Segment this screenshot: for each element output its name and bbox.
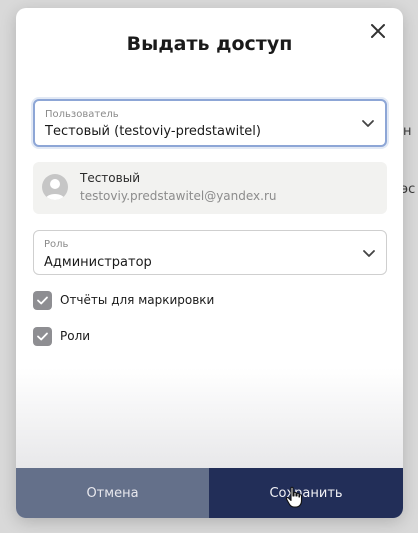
- user-card-name: Тестовый: [80, 171, 140, 185]
- checkbox-checked[interactable]: [33, 327, 52, 346]
- user-select[interactable]: Пользователь Тестовый (testoviy-predstaw…: [33, 99, 387, 147]
- checkmark-icon: [37, 332, 48, 341]
- role-select[interactable]: Роль Администратор: [33, 230, 387, 275]
- permission-label: Отчёты для маркировки: [60, 293, 215, 307]
- close-button[interactable]: [369, 22, 387, 40]
- user-select-value: Тестовый (testoviy-predstawitel): [45, 124, 261, 139]
- user-avatar-icon: [42, 174, 68, 200]
- user-select-label: Пользователь: [45, 109, 119, 120]
- checkbox-checked[interactable]: [33, 291, 52, 310]
- role-select-value: Администратор: [44, 255, 152, 270]
- chevron-down-icon: [362, 120, 374, 127]
- cancel-button[interactable]: Отмена: [16, 468, 209, 518]
- hand-cursor-icon: [285, 486, 303, 508]
- scroll-fade: [16, 368, 403, 468]
- close-icon: [371, 24, 385, 38]
- backdrop-text: эс: [401, 182, 416, 197]
- permission-label: Роли: [60, 329, 91, 343]
- dialog-title: Выдать доступ: [126, 33, 293, 55]
- chevron-down-icon: [363, 249, 375, 257]
- dialog-footer: Отмена Сохранить: [16, 468, 403, 518]
- backdrop-text: н: [403, 124, 412, 139]
- user-card-email: testoviy.predstawitel@yandex.ru: [80, 189, 277, 203]
- checkmark-icon: [37, 296, 48, 305]
- role-select-label: Роль: [44, 239, 69, 250]
- selected-user-card: Тестовый testoviy.predstawitel@yandex.ru: [33, 162, 387, 214]
- save-button[interactable]: Сохранить: [209, 468, 403, 518]
- grant-access-dialog: Выдать доступ Пользователь Тестовый (tes…: [16, 8, 403, 518]
